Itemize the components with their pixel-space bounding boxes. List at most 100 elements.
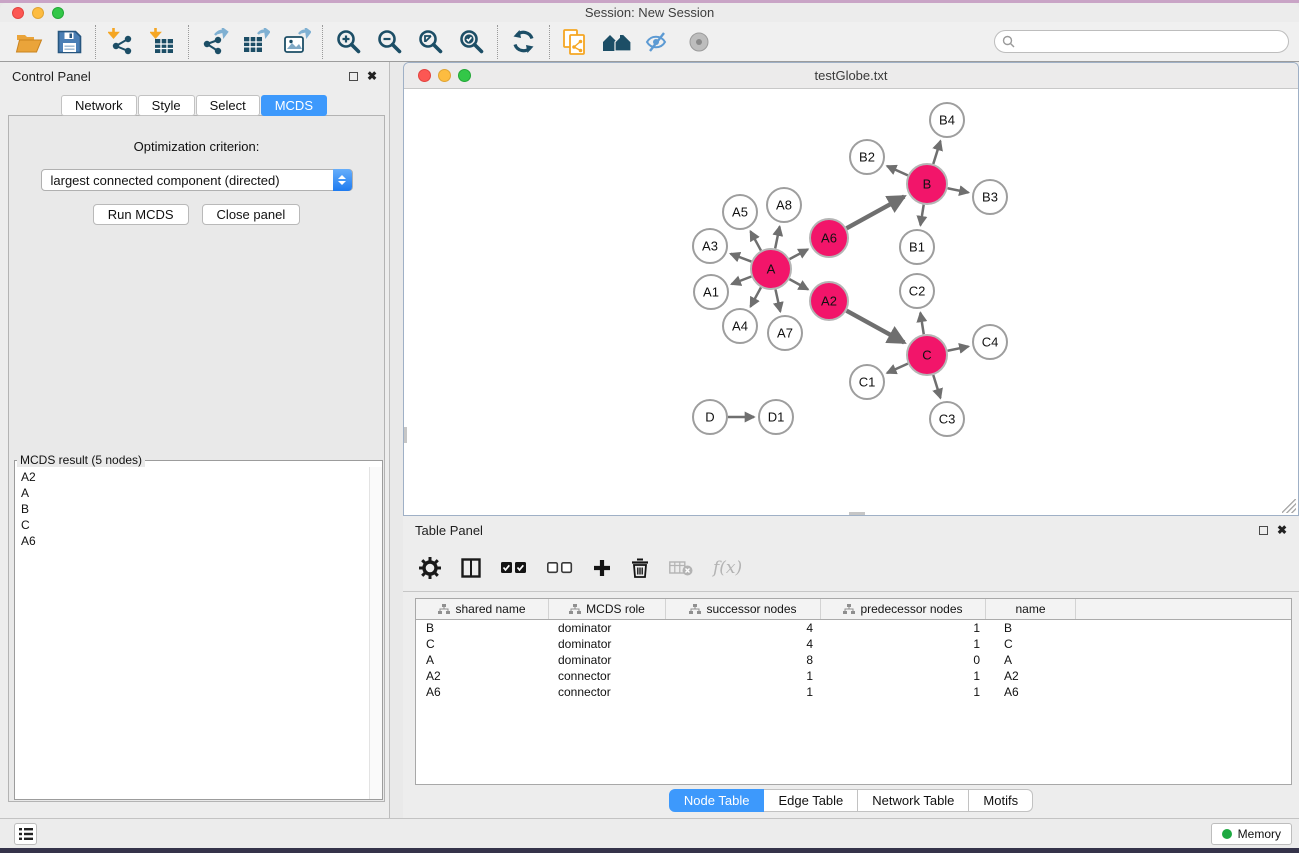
mcds-result-item[interactable]: A6 xyxy=(21,533,382,549)
import-table-icon[interactable] xyxy=(142,25,183,59)
edge-C-C3[interactable] xyxy=(933,375,940,398)
table-cell[interactable]: 1 xyxy=(821,637,986,651)
table-cell[interactable]: B xyxy=(416,621,549,635)
close-table-panel-icon[interactable]: ✖ xyxy=(1277,524,1287,536)
hide-selected-icon[interactable] xyxy=(637,25,678,59)
node-B4[interactable]: B4 xyxy=(930,103,964,137)
node-C3[interactable]: C3 xyxy=(930,402,964,436)
tab-mcds[interactable]: MCDS xyxy=(261,95,327,116)
node-table[interactable]: shared name MCDS role successor nodes pr… xyxy=(415,598,1292,785)
table-cell[interactable]: dominator xyxy=(549,637,666,651)
table-cell[interactable]: A xyxy=(986,653,1076,667)
column-header-mcds-role[interactable]: MCDS role xyxy=(549,599,666,619)
column-selector-icon[interactable] xyxy=(461,558,481,578)
table-cell[interactable]: 8 xyxy=(666,653,821,667)
table-cell[interactable]: 4 xyxy=(666,621,821,635)
node-A7[interactable]: A7 xyxy=(768,316,802,350)
optimization-criterion-select[interactable]: largest connected component (directed) xyxy=(41,169,353,191)
node-A1[interactable]: A1 xyxy=(694,275,728,309)
edge-A-A3[interactable] xyxy=(731,254,752,262)
mcds-result-item[interactable]: A xyxy=(21,485,382,501)
table-cell[interactable]: 1 xyxy=(666,685,821,699)
table-cell[interactable]: connector xyxy=(549,669,666,683)
close-panel-icon[interactable]: ✖ xyxy=(367,70,377,82)
table-cell[interactable]: B xyxy=(986,621,1076,635)
export-image-icon[interactable] xyxy=(276,25,317,59)
edge-B-B1[interactable] xyxy=(920,205,923,226)
result-scrollbar[interactable] xyxy=(369,467,382,799)
tab-node-table[interactable]: Node Table xyxy=(669,789,765,812)
function-builder-icon[interactable]: f(x) xyxy=(713,558,742,578)
table-row[interactable]: A2connector11A2 xyxy=(416,668,1291,684)
edge-B-B4[interactable] xyxy=(933,141,940,164)
table-cell[interactable]: A6 xyxy=(986,685,1076,699)
edge-A-A6[interactable] xyxy=(790,249,808,259)
open-session-icon[interactable] xyxy=(8,25,49,59)
edge-A-A4[interactable] xyxy=(751,287,761,306)
table-cell[interactable]: 4 xyxy=(666,637,821,651)
deselect-all-icon[interactable] xyxy=(547,562,573,574)
edge-A2-C[interactable] xyxy=(847,311,905,343)
task-history-button[interactable] xyxy=(14,823,37,845)
close-panel-button[interactable]: Close panel xyxy=(202,204,301,225)
delete-table-icon[interactable] xyxy=(669,560,693,576)
node-C1[interactable]: C1 xyxy=(850,365,884,399)
node-C2[interactable]: C2 xyxy=(900,274,934,308)
tab-motifs[interactable]: Motifs xyxy=(969,789,1033,812)
resize-grip-icon[interactable] xyxy=(1282,499,1296,513)
save-session-icon[interactable] xyxy=(49,25,90,59)
float-panel-icon[interactable] xyxy=(349,72,358,81)
mcds-result-item[interactable]: B xyxy=(21,501,382,517)
edge-C-C2[interactable] xyxy=(920,313,923,335)
zoom-out-icon[interactable] xyxy=(369,25,410,59)
add-column-icon[interactable] xyxy=(593,559,611,577)
table-row[interactable]: Cdominator41C xyxy=(416,636,1291,652)
node-A5[interactable]: A5 xyxy=(723,195,757,229)
column-header-shared-name[interactable]: shared name xyxy=(416,599,549,619)
home-icon[interactable] xyxy=(596,25,637,59)
table-cell[interactable]: C xyxy=(416,637,549,651)
zoom-fit-icon[interactable] xyxy=(410,25,451,59)
node-C[interactable]: C xyxy=(907,335,947,375)
horizontal-scrollbar[interactable] xyxy=(849,512,865,515)
column-header-predecessor-nodes[interactable]: predecessor nodes xyxy=(821,599,986,619)
table-cell[interactable]: 1 xyxy=(821,621,986,635)
table-cell[interactable]: 1 xyxy=(821,669,986,683)
select-stepper-icon[interactable] xyxy=(333,169,352,191)
delete-column-icon[interactable] xyxy=(631,558,649,578)
select-all-icon[interactable] xyxy=(501,562,527,574)
export-table-icon[interactable] xyxy=(235,25,276,59)
tab-style[interactable]: Style xyxy=(138,95,195,116)
table-cell[interactable]: 1 xyxy=(821,685,986,699)
table-cell[interactable]: A6 xyxy=(416,685,549,699)
table-cell[interactable]: 0 xyxy=(821,653,986,667)
float-table-panel-icon[interactable] xyxy=(1259,526,1268,535)
network-graph[interactable]: AA1A2A3A4A5A6A7A8BB1B2B3B4CC1C2C3C4DD1 xyxy=(404,89,1298,515)
edge-B-B3[interactable] xyxy=(948,188,969,192)
table-cell[interactable]: C xyxy=(986,637,1076,651)
node-B3[interactable]: B3 xyxy=(973,180,1007,214)
mcds-result-list[interactable]: A2ABCA6 xyxy=(15,467,382,549)
mcds-result-item[interactable]: A2 xyxy=(21,469,382,485)
memory-button[interactable]: Memory xyxy=(1211,823,1292,845)
column-header-name[interactable]: name xyxy=(986,599,1076,619)
table-cell[interactable]: A xyxy=(416,653,549,667)
edge-A-A5[interactable] xyxy=(751,231,761,250)
search-field[interactable] xyxy=(994,30,1289,53)
node-D1[interactable]: D1 xyxy=(759,400,793,434)
settings-gear-icon[interactable] xyxy=(419,557,441,579)
run-mcds-button[interactable]: Run MCDS xyxy=(93,204,189,225)
node-B[interactable]: B xyxy=(907,164,947,204)
node-C4[interactable]: C4 xyxy=(973,325,1007,359)
search-input[interactable] xyxy=(1015,32,1288,51)
table-cell[interactable]: 1 xyxy=(666,669,821,683)
copy-network-icon[interactable] xyxy=(555,25,596,59)
tab-network[interactable]: Network xyxy=(61,95,137,116)
export-network-icon[interactable] xyxy=(194,25,235,59)
node-A[interactable]: A xyxy=(751,249,791,289)
edge-A-A8[interactable] xyxy=(775,227,779,249)
edge-B-B2[interactable] xyxy=(887,166,908,175)
show-all-icon[interactable] xyxy=(678,25,719,59)
network-window-titlebar[interactable]: testGlobe.txt xyxy=(404,63,1298,89)
table-cell[interactable]: dominator xyxy=(549,621,666,635)
